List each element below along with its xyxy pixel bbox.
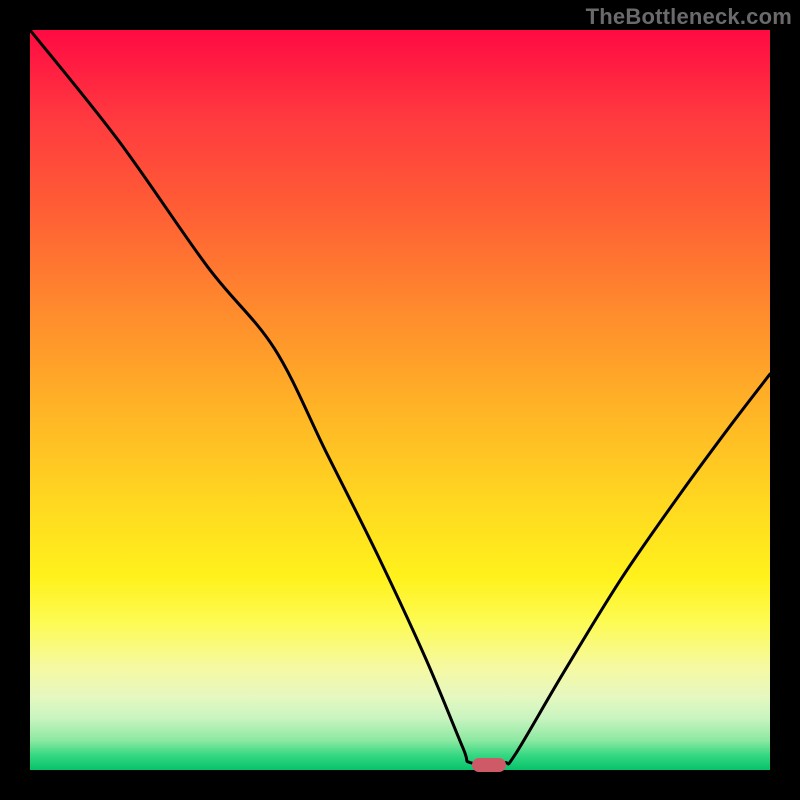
plot-area xyxy=(30,30,770,770)
optimal-marker xyxy=(472,758,506,772)
bottleneck-curve xyxy=(30,30,770,770)
chart-frame: TheBottleneck.com xyxy=(0,0,800,800)
watermark-text: TheBottleneck.com xyxy=(586,4,792,30)
